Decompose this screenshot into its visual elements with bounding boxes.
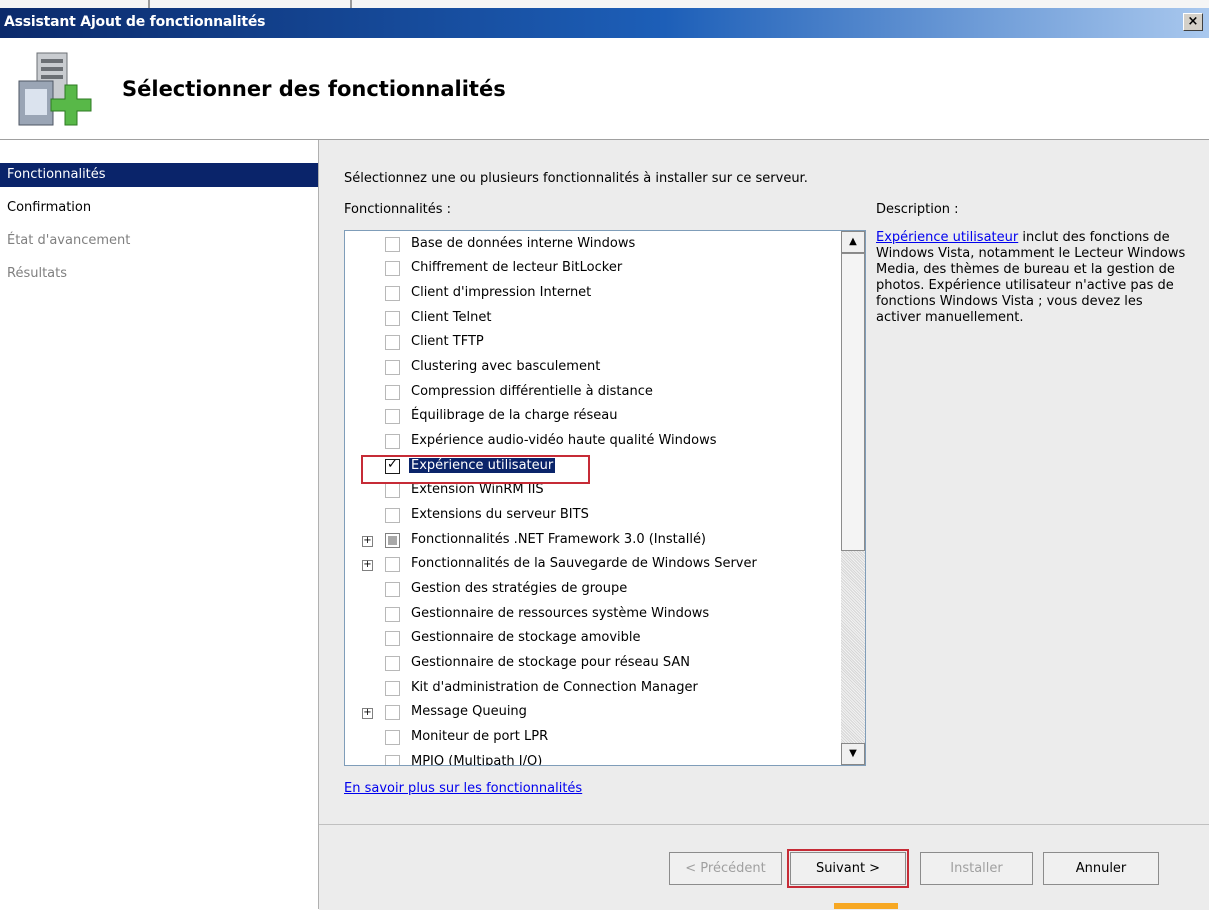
list-item[interactable]: Client Telnet: [345, 307, 841, 331]
description-link[interactable]: Expérience utilisateur: [876, 230, 1018, 245]
server-add-icon: [18, 52, 92, 126]
next-button[interactable]: Suivant >: [787, 849, 909, 888]
feature-label: Fonctionnalités .NET Framework 3.0 (Inst…: [411, 532, 707, 547]
expand-icon[interactable]: +: [362, 708, 373, 719]
feature-label: Fonctionnalités de la Sauvegarde de Wind…: [411, 556, 757, 571]
list-item[interactable]: Gestion des stratégies de groupe: [345, 578, 841, 602]
feature-checkbox-installed: [385, 533, 400, 548]
feature-checkbox[interactable]: [385, 631, 400, 646]
title-bar: Assistant Ajout de fonctionnalités ×: [0, 8, 1209, 38]
feature-checkbox[interactable]: [385, 360, 400, 375]
list-item[interactable]: Client TFTP: [345, 331, 841, 355]
list-item[interactable]: MPIO (Multipath I/O): [345, 751, 841, 766]
learn-more-link[interactable]: En savoir plus sur les fonctionnalités: [344, 781, 582, 796]
feature-checkbox[interactable]: [385, 730, 400, 745]
feature-label: Moniteur de port LPR: [411, 729, 549, 744]
list-item[interactable]: Gestionnaire de stockage pour réseau SAN: [345, 652, 841, 676]
feature-label: Gestionnaire de ressources système Windo…: [411, 606, 710, 621]
page-title: Sélectionner des fonctionnalités: [122, 77, 506, 101]
feature-checkbox[interactable]: [385, 237, 400, 252]
feature-label: MPIO (Multipath I/O): [411, 754, 543, 766]
feature-label: Client d'impression Internet: [411, 285, 592, 300]
list-item[interactable]: Équilibrage de la charge réseau: [345, 405, 841, 429]
description-label: Description :: [876, 202, 959, 217]
list-item[interactable]: + Fonctionnalités .NET Framework 3.0 (In…: [345, 529, 841, 553]
feature-checkbox[interactable]: [385, 311, 400, 326]
expand-icon[interactable]: +: [362, 560, 373, 571]
feature-checkbox[interactable]: [385, 607, 400, 622]
feature-description: Expérience utilisateur inclut des foncti…: [876, 230, 1191, 326]
list-item[interactable]: Expérience audio-vidéo haute qualité Win…: [345, 430, 841, 454]
feature-label: Kit d'administration de Connection Manag…: [411, 680, 698, 695]
feature-checkbox[interactable]: [385, 681, 400, 696]
feature-label: Équilibrage de la charge réseau: [411, 408, 618, 423]
feature-checkbox[interactable]: [385, 755, 400, 765]
list-item[interactable]: Gestionnaire de stockage amovible: [345, 627, 841, 651]
feature-label: Client TFTP: [411, 334, 484, 349]
list-item[interactable]: Moniteur de port LPR: [345, 726, 841, 750]
feature-checkbox[interactable]: [385, 286, 400, 301]
scroll-up-icon[interactable]: ▲: [841, 231, 865, 253]
instruction-text: Sélectionnez une ou plusieurs fonctionna…: [344, 171, 808, 186]
cancel-button[interactable]: Annuler: [1043, 852, 1159, 885]
list-item[interactable]: Base de données interne Windows: [345, 233, 841, 257]
feature-checkbox[interactable]: [385, 483, 400, 498]
wizard-steps-nav: Fonctionnalités Confirmation État d'avan…: [0, 140, 318, 909]
features-label: Fonctionnalités :: [344, 202, 452, 217]
feature-label: Expérience audio-vidéo haute qualité Win…: [411, 433, 717, 448]
list-item[interactable]: Compression différentielle à distance: [345, 381, 841, 405]
nav-item-fonctionnalites[interactable]: Fonctionnalités: [0, 163, 318, 187]
selection-highlight-frame: [361, 455, 590, 484]
feature-label: Extensions du serveur BITS: [411, 507, 589, 522]
close-button[interactable]: ×: [1183, 13, 1203, 31]
list-scrollbar[interactable]: ▲ ▼: [841, 231, 865, 765]
feature-label: Extension WinRM IIS: [411, 482, 544, 497]
nav-item-confirmation[interactable]: Confirmation: [0, 196, 318, 220]
install-button[interactable]: Installer: [920, 852, 1033, 885]
feature-label: Gestionnaire de stockage pour réseau SAN: [411, 655, 690, 670]
feature-checkbox[interactable]: [385, 409, 400, 424]
window-title: Assistant Ajout de fonctionnalités: [4, 14, 266, 30]
feature-checkbox[interactable]: [385, 385, 400, 400]
list-item[interactable]: Kit d'administration de Connection Manag…: [345, 677, 841, 701]
feature-checkbox[interactable]: [385, 705, 400, 720]
wizard-header: Sélectionner des fonctionnalités: [0, 38, 1209, 140]
list-item[interactable]: Clustering avec basculement: [345, 356, 841, 380]
feature-label: Clustering avec basculement: [411, 359, 601, 374]
features-list[interactable]: Base de données interne Windows Chiffrem…: [344, 230, 866, 766]
list-item[interactable]: Chiffrement de lecteur BitLocker: [345, 257, 841, 281]
feature-checkbox[interactable]: [385, 582, 400, 597]
feature-label: Base de données interne Windows: [411, 236, 636, 251]
list-item[interactable]: Extensions du serveur BITS: [345, 504, 841, 528]
top-tab-strip: [0, 0, 1209, 8]
nav-item-resultats: Résultats: [7, 266, 68, 281]
expand-icon[interactable]: +: [362, 536, 373, 547]
feature-label: Gestionnaire de stockage amovible: [411, 630, 641, 645]
feature-checkbox[interactable]: [385, 335, 400, 350]
list-item[interactable]: + Fonctionnalités de la Sauvegarde de Wi…: [345, 553, 841, 577]
feature-label: Client Telnet: [411, 310, 492, 325]
scroll-thumb[interactable]: [841, 253, 865, 551]
list-item[interactable]: + Message Queuing: [345, 701, 841, 725]
taskbar-edge: [834, 903, 898, 909]
previous-button[interactable]: < Précédent: [669, 852, 782, 885]
feature-label: Compression différentielle à distance: [411, 384, 653, 399]
list-item[interactable]: Gestionnaire de ressources système Windo…: [345, 603, 841, 627]
list-item[interactable]: Client d'impression Internet: [345, 282, 841, 306]
feature-label: Chiffrement de lecteur BitLocker: [411, 260, 623, 275]
feature-checkbox[interactable]: [385, 557, 400, 572]
feature-checkbox[interactable]: [385, 508, 400, 523]
feature-checkbox[interactable]: [385, 261, 400, 276]
feature-checkbox[interactable]: [385, 656, 400, 671]
nav-item-avancement: État d'avancement: [7, 233, 131, 248]
feature-label: Message Queuing: [411, 704, 527, 719]
feature-checkbox[interactable]: [385, 434, 400, 449]
feature-label: Gestion des stratégies de groupe: [411, 581, 628, 596]
scroll-down-icon[interactable]: ▼: [841, 743, 865, 765]
